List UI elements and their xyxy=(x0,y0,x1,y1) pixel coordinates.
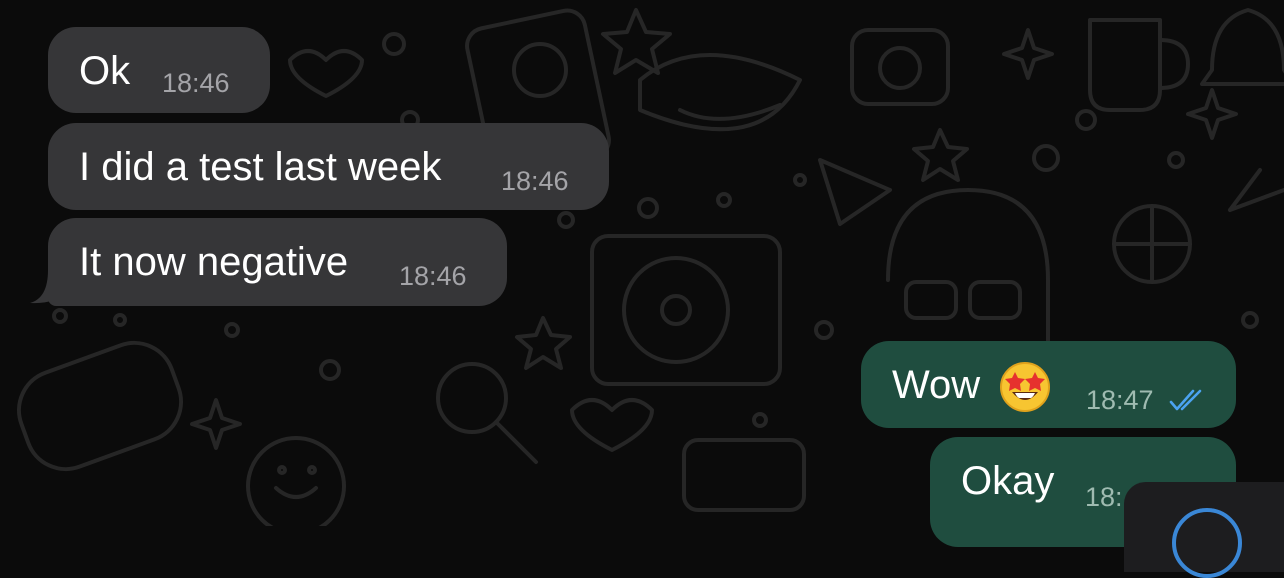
message-time: 18:46 xyxy=(501,166,569,196)
message-text: Wow xyxy=(892,363,981,407)
read-receipt-icon xyxy=(1169,389,1202,411)
star-struck-emoji-icon xyxy=(1000,362,1050,412)
message-bubble-incoming[interactable]: Ok 18:46 xyxy=(48,27,270,113)
message-text: It now negative xyxy=(79,240,349,284)
message-time: 18:46 xyxy=(162,68,230,98)
message-bubble-outgoing[interactable]: Wow 18:47 xyxy=(861,341,1236,428)
message-text: Ok xyxy=(79,49,131,93)
scroll-to-bottom-button[interactable] xyxy=(1124,482,1284,578)
chevron-down-icon xyxy=(1172,508,1242,578)
message-bubble-incoming[interactable]: I did a test last week 18:46 xyxy=(48,123,609,210)
message-bubble-incoming[interactable]: It now negative 18:46 xyxy=(48,218,507,306)
message-time: 18:46 xyxy=(399,261,467,291)
message-time: 18: xyxy=(1085,482,1123,512)
message-time: 18:47 xyxy=(1086,385,1154,415)
message-text: Okay xyxy=(961,459,1055,503)
message-text: I did a test last week xyxy=(79,145,442,189)
